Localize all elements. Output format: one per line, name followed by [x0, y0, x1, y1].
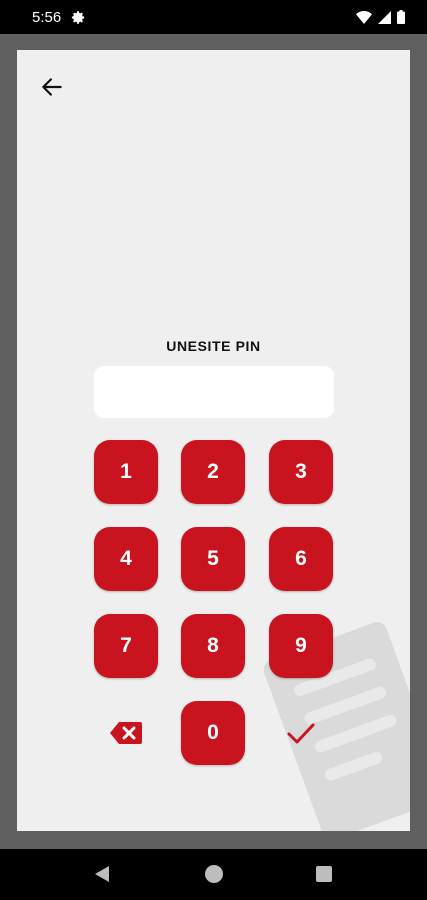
- status-icons: [356, 10, 405, 24]
- nav-home-icon[interactable]: [205, 865, 223, 883]
- status-time: 5:56: [32, 9, 62, 26]
- keypad-key-9[interactable]: 9: [269, 614, 333, 678]
- wifi-icon: [356, 10, 372, 24]
- keypad-key-5[interactable]: 5: [181, 527, 245, 591]
- backspace-icon: [110, 722, 142, 744]
- keypad-key-4[interactable]: 4: [94, 527, 158, 591]
- back-arrow-icon[interactable]: [39, 74, 65, 100]
- settings-gear-icon: [71, 11, 85, 24]
- app-frame: UNESITE PIN 1 2 3 4 5 6 7 8 9 0: [0, 34, 427, 849]
- app-screen: UNESITE PIN 1 2 3 4 5 6 7 8 9 0: [17, 50, 410, 831]
- keypad-key-2[interactable]: 2: [181, 440, 245, 504]
- keypad-key-1[interactable]: 1: [94, 440, 158, 504]
- pin-input[interactable]: [94, 366, 334, 418]
- keypad-key-6[interactable]: 6: [269, 527, 333, 591]
- check-icon: [287, 723, 315, 744]
- keypad-key-8[interactable]: 8: [181, 614, 245, 678]
- nav-back-icon[interactable]: [93, 865, 111, 883]
- system-nav-bar: [0, 849, 427, 900]
- backspace-button[interactable]: [94, 701, 158, 765]
- pin-title: UNESITE PIN: [166, 338, 261, 354]
- cellular-signal-icon: [378, 10, 391, 24]
- keypad-key-7[interactable]: 7: [94, 614, 158, 678]
- keypad-key-0[interactable]: 0: [181, 701, 245, 765]
- battery-icon: [397, 10, 405, 24]
- status-bar: 5:56: [0, 0, 427, 34]
- nav-recents-icon[interactable]: [316, 866, 332, 882]
- keypad-key-3[interactable]: 3: [269, 440, 333, 504]
- confirm-button[interactable]: [269, 701, 333, 765]
